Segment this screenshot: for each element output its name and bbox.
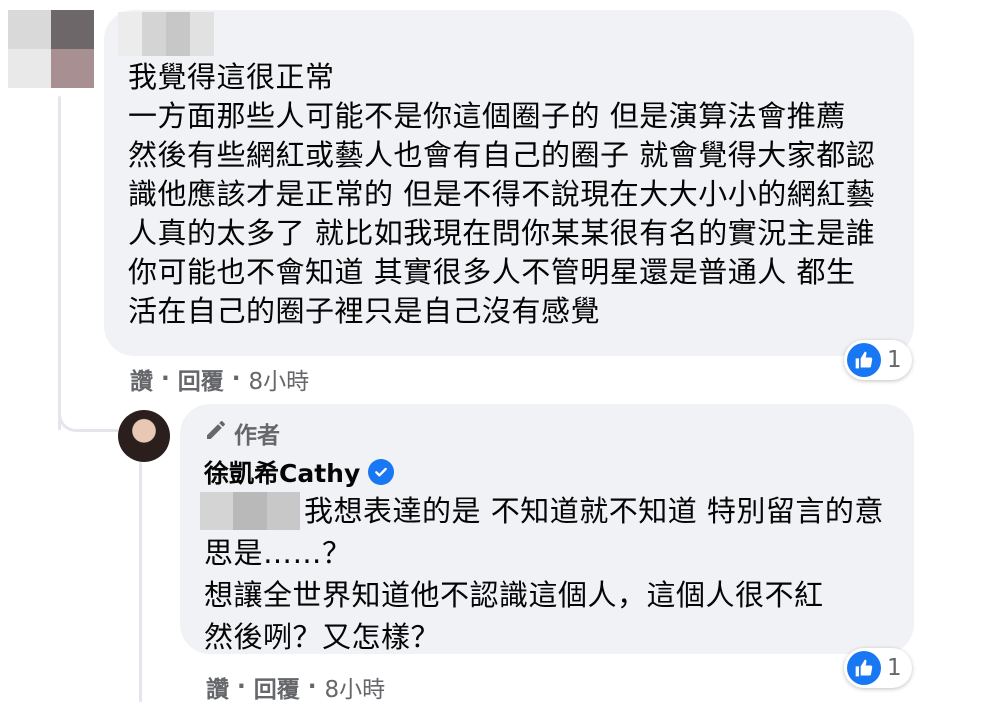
pencil-icon — [204, 418, 228, 448]
thread-line-curve — [58, 380, 118, 432]
like-button[interactable]: 讚 — [206, 670, 229, 702]
separator: · — [161, 366, 170, 392]
reply-text: 我想表達的是 不知道就不知道 特別留言的意 思是……？ 想讓全世界知道他不認識這… — [204, 494, 884, 654]
comment-reaction-count[interactable]: 1 — [844, 340, 912, 380]
author-badge: 作者 — [204, 416, 280, 450]
reply-button[interactable]: 回覆 — [254, 670, 300, 702]
reaction-count: 1 — [887, 347, 902, 373]
timestamp[interactable]: 8小時 — [249, 362, 310, 396]
commenter-avatar-censored[interactable] — [8, 10, 94, 88]
like-icon — [847, 343, 881, 377]
commenter-name-censored[interactable] — [118, 12, 214, 56]
verified-icon — [368, 459, 395, 485]
author-name[interactable]: 徐凱希Cathy — [204, 454, 395, 490]
reply-actions: 讚 · 回覆 · 8小時 — [206, 670, 385, 702]
author-badge-label: 作者 — [234, 423, 280, 449]
comment-text: 我覺得這很正常 一方面那些人可能不是你這個圈子的 但是演算法會推薦 然後有些網紅… — [128, 60, 876, 328]
like-button[interactable]: 讚 — [130, 362, 153, 396]
separator: · — [237, 674, 246, 700]
reaction-count: 1 — [887, 655, 902, 681]
author-avatar[interactable] — [118, 410, 170, 462]
comment-thread: 我覺得這很正常 一方面那些人可能不是你這個圈子的 但是演算法會推薦 然後有些網紅… — [0, 0, 996, 702]
comment-actions: 讚 · 回覆 · 8小時 — [130, 362, 309, 396]
timestamp[interactable]: 8小時 — [325, 670, 386, 702]
reply-reaction-count[interactable]: 1 — [844, 648, 912, 688]
like-icon — [847, 651, 881, 685]
separator: · — [307, 674, 317, 700]
author-name-text[interactable]: 徐凱希Cathy — [204, 454, 360, 490]
reply-button[interactable]: 回覆 — [178, 362, 224, 396]
reply-thread-line — [139, 462, 142, 702]
separator: · — [231, 366, 241, 392]
